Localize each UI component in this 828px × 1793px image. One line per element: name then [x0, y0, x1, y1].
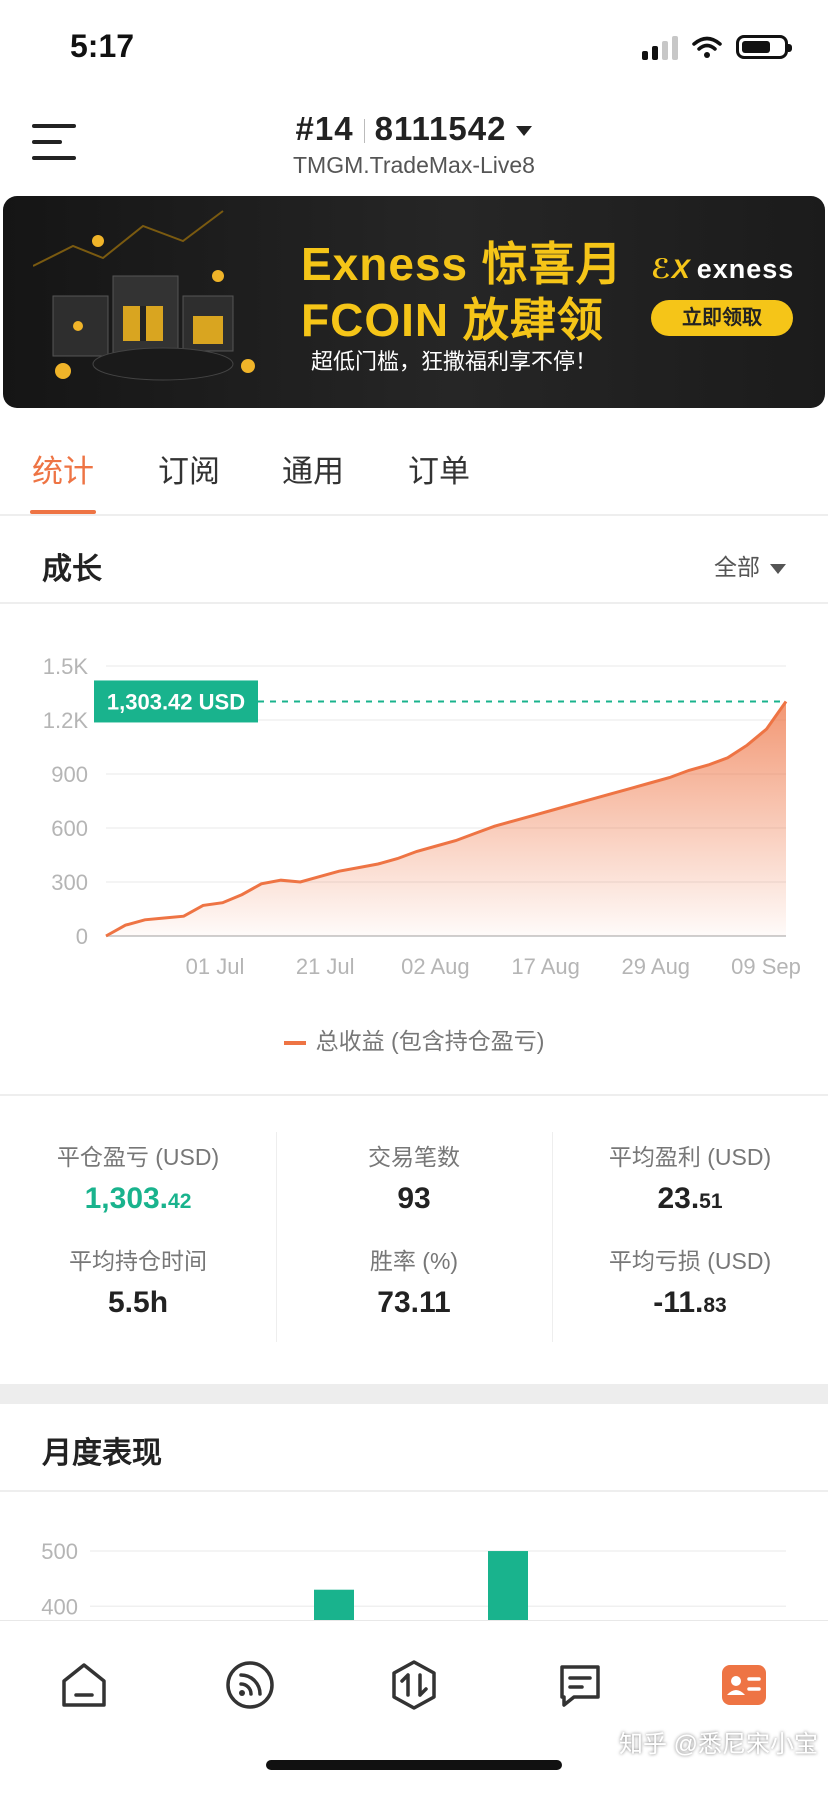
brand-name: exness — [696, 254, 795, 284]
banner-subtitle: 超低门槛，狂撒福利享不停！ — [311, 349, 598, 374]
monthly-section-title: 月度表现 — [42, 1437, 162, 1470]
stat-value: -11.83 — [653, 1286, 727, 1319]
stat-value: 1,303.42 — [84, 1182, 192, 1215]
nav-home[interactable] — [56, 1657, 112, 1713]
y-tick-label: 1.2K — [43, 708, 89, 733]
stat-value: 93 — [397, 1182, 431, 1215]
legend-swatch — [283, 1040, 306, 1045]
stat-avg-hold-time: 平均持仓时间 5.5h — [0, 1242, 276, 1320]
home-icon — [62, 1663, 106, 1707]
stat-closed-pnl: 平仓盈亏 (USD) 1,303.42 — [0, 1138, 276, 1216]
divider — [276, 1132, 277, 1342]
nav-messages[interactable] — [552, 1657, 608, 1713]
stat-label: 平均亏损 (USD) — [608, 1248, 772, 1274]
banner-headline-2: FCOIN 放肆领 — [301, 294, 604, 346]
account-selector[interactable]: #14 8111542 — [0, 110, 828, 148]
caret-down-icon — [770, 563, 786, 574]
y-tick-label: 900 — [51, 762, 88, 787]
x-tick-label: 29 Aug — [622, 954, 691, 979]
tab-stats[interactable]: 统计 — [32, 446, 94, 491]
tab-subscribe[interactable]: 订阅 — [158, 446, 220, 491]
tab-general[interactable]: 通用 — [282, 446, 344, 491]
stat-win-rate: 胜率 (%) 73.11 — [276, 1242, 552, 1320]
x-tick-label: 09 Sep — [731, 954, 801, 979]
account-number: #14 — [295, 110, 354, 147]
chat-icon — [560, 1665, 600, 1707]
account-id: 8111542 — [374, 110, 507, 147]
x-tick-label: 21 Jul — [296, 954, 355, 979]
x-tick-label: 01 Jul — [186, 954, 245, 979]
nav-feed[interactable] — [222, 1657, 278, 1713]
profile-card-icon — [722, 1665, 766, 1705]
current-value-label: 1,303.42 USD — [107, 689, 245, 714]
stat-label: 平均盈利 (USD) — [608, 1144, 772, 1170]
stat-label: 胜率 (%) — [369, 1248, 459, 1274]
claim-now-button[interactable]: 立即领取 — [651, 300, 793, 336]
x-tick-label: 17 Aug — [511, 954, 580, 979]
range-value: 全部 — [714, 554, 760, 580]
nav-profile[interactable] — [716, 1657, 772, 1713]
stat-label: 平仓盈亏 (USD) — [56, 1144, 220, 1170]
stat-value: 73.11 — [377, 1286, 451, 1319]
caret-down-icon — [516, 126, 533, 137]
stat-avg-profit: 平均盈利 (USD) 23.51 — [552, 1138, 828, 1216]
y-tick-label: 1.5K — [43, 654, 89, 679]
monthly-bar[interactable] — [314, 1589, 354, 1622]
y-tick-label: 600 — [51, 816, 88, 841]
server-name: TMGM.TradeMax-Live8 — [293, 152, 535, 178]
status-icons — [642, 34, 792, 60]
divider — [0, 1094, 828, 1096]
cellular-signal-icon — [642, 34, 678, 60]
signal-icon — [226, 1661, 274, 1709]
y-tick-label: 0 — [76, 924, 88, 949]
stat-label: 平均持仓时间 — [69, 1248, 207, 1274]
status-time: 5:17 — [70, 28, 135, 64]
growth-area — [106, 701, 786, 936]
stat-avg-loss: 平均亏损 (USD) -11.83 — [552, 1242, 828, 1320]
home-indicator — [266, 1760, 562, 1770]
divider — [0, 602, 828, 604]
trade-icon — [392, 1660, 436, 1710]
stat-label: 交易笔数 — [368, 1144, 460, 1170]
divider — [552, 1132, 553, 1342]
divider — [0, 514, 828, 516]
monthly-bar[interactable] — [488, 1551, 528, 1622]
growth-chart: 0 300 600 900 1.2K 1.5K 1,303.42 USD 01 Jul 21… — [43, 654, 801, 979]
tab-orders[interactable]: 订单 — [408, 446, 470, 491]
growth-section-title: 成长 — [42, 553, 102, 586]
y-tick-label: 300 — [51, 870, 88, 895]
nav-trade[interactable] — [386, 1657, 442, 1713]
stat-value: 5.5h — [107, 1286, 169, 1319]
watermark: 知乎 @悉尼宋小宝 — [618, 1731, 818, 1758]
chart-legend: 总收益 (包含持仓盈亏) — [0, 1022, 828, 1056]
stat-value: 23.51 — [657, 1182, 723, 1215]
divider — [0, 1490, 828, 1492]
promo-banner[interactable]: Exness 惊喜月 FCOIN 放肆领 超低门槛，狂撒福利享不停！ ℰX exn… — [3, 196, 825, 408]
y-tick-label: 400 — [41, 1594, 78, 1619]
section-separator — [0, 1384, 828, 1404]
monthly-bar-chart: 400 500 — [41, 1539, 786, 1622]
legend-label: 总收益 (包含持仓盈亏) — [315, 1028, 545, 1054]
wifi-icon — [692, 36, 722, 58]
x-tick-label: 02 Aug — [401, 954, 470, 979]
battery-icon — [736, 35, 792, 59]
range-dropdown[interactable]: 全部 — [714, 548, 786, 582]
gift-bags-illustration — [33, 210, 255, 381]
exness-logo: ℰX exness — [651, 254, 795, 284]
stat-trade-count: 交易笔数 93 — [276, 1138, 552, 1216]
y-tick-label: 500 — [41, 1539, 78, 1564]
